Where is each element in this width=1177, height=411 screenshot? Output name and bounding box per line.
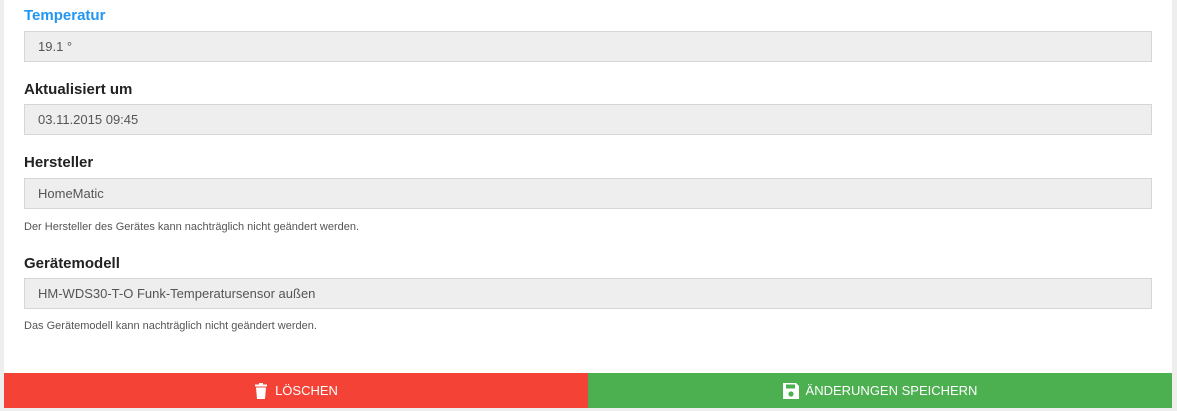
updated-field[interactable]: 03.11.2015 09:45: [24, 104, 1152, 135]
model-field[interactable]: HM-WDS30-T-O Funk-Temperatursensor außen: [24, 278, 1152, 309]
updated-label: Aktualisiert um: [24, 81, 133, 98]
manufacturer-field[interactable]: HomeMatic: [24, 178, 1152, 209]
delete-button[interactable]: LÖSCHEN: [4, 373, 588, 408]
save-button-label: ÄNDERUNGEN SPEICHERN: [805, 383, 978, 398]
floppy-disk-icon: [782, 382, 799, 399]
save-button[interactable]: ÄNDERUNGEN SPEICHERN: [588, 373, 1172, 408]
manufacturer-help-text: Der Hersteller des Gerätes kann nachträg…: [24, 221, 360, 233]
temperature-field[interactable]: 19.1 °: [24, 31, 1152, 62]
temperature-label: Temperatur: [24, 7, 106, 24]
trash-icon: [255, 382, 268, 399]
manufacturer-label: Hersteller: [24, 154, 94, 171]
delete-button-label: LÖSCHEN: [275, 383, 338, 398]
model-help-text: Das Gerätemodell kann nachträglich nicht…: [24, 320, 317, 332]
model-label: Gerätemodell: [24, 255, 120, 272]
device-form: Temperatur 19.1 ° Aktualisiert um 03.11.…: [4, 0, 1172, 408]
